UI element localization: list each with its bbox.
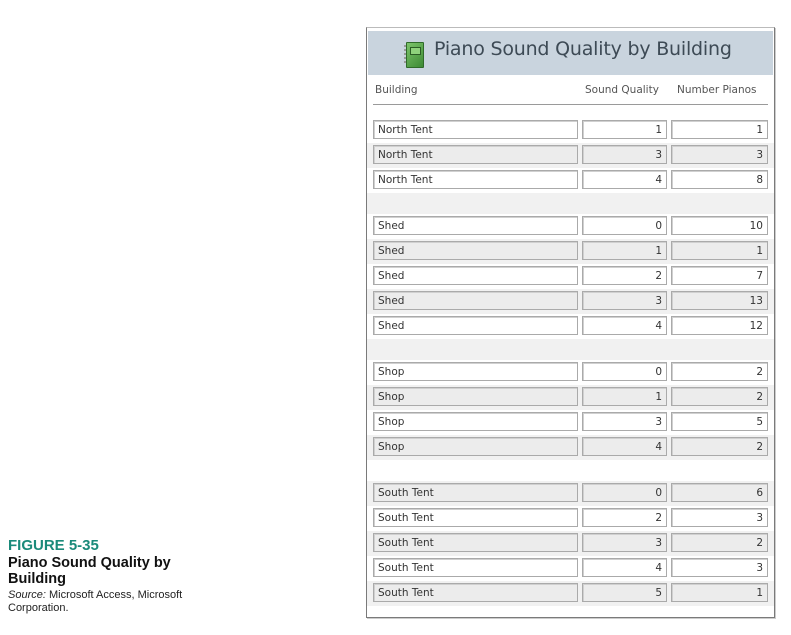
number-pianos-cell[interactable]: 3: [671, 508, 768, 527]
building-cell[interactable]: Shop: [373, 437, 578, 456]
building-cell[interactable]: South Tent: [373, 483, 578, 502]
sound-quality-cell[interactable]: 1: [582, 387, 667, 406]
table-row: Shop 1 2: [367, 385, 774, 410]
sound-quality-cell[interactable]: 2: [582, 266, 667, 285]
sound-quality-cell[interactable]: 1: [582, 241, 667, 260]
group-separator: [367, 339, 774, 360]
building-cell[interactable]: Shop: [373, 387, 578, 406]
number-pianos-cell[interactable]: 3: [671, 145, 768, 164]
number-pianos-cell[interactable]: 5: [671, 412, 768, 431]
table-row: Shed 1 1: [367, 239, 774, 264]
number-pianos-cell[interactable]: 8: [671, 170, 768, 189]
building-cell[interactable]: Shed: [373, 266, 578, 285]
table-row: North Tent 4 8: [367, 168, 774, 193]
sound-quality-cell[interactable]: 1: [582, 120, 667, 139]
group-separator: [367, 460, 774, 481]
report-title: Piano Sound Quality by Building: [434, 38, 732, 60]
building-cell[interactable]: Shed: [373, 316, 578, 335]
number-pianos-cell[interactable]: 13: [671, 291, 768, 310]
table-row: South Tent 5 1: [367, 581, 774, 606]
sound-quality-cell[interactable]: 0: [582, 362, 667, 381]
table-row: Shed 4 12: [367, 314, 774, 339]
report-body: North Tent 1 1 North Tent 3 3 North Tent 4 8 Shed…: [367, 118, 774, 606]
building-cell[interactable]: South Tent: [373, 508, 578, 527]
building-cell[interactable]: North Tent: [373, 120, 578, 139]
building-cell[interactable]: Shed: [373, 216, 578, 235]
figure-caption: FIGURE 5-35 Piano Sound Quality by Build…: [8, 537, 223, 615]
number-pianos-cell[interactable]: 2: [671, 533, 768, 552]
table-row: South Tent 4 3: [367, 556, 774, 581]
source-label: Source:: [8, 589, 46, 601]
table-row: Shed 3 13: [367, 289, 774, 314]
sound-quality-cell[interactable]: 3: [582, 533, 667, 552]
column-header-sound-quality: Sound Quality: [585, 84, 659, 96]
figure-source: Source: Microsoft Access, Microsoft Corp…: [8, 589, 223, 615]
sound-quality-cell[interactable]: 0: [582, 483, 667, 502]
header-divider: [373, 104, 768, 105]
sound-quality-cell[interactable]: 3: [582, 291, 667, 310]
table-row: Shed 0 10: [367, 214, 774, 239]
number-pianos-cell[interactable]: 3: [671, 558, 768, 577]
table-row: Shop 4 2: [367, 435, 774, 460]
column-header-building: Building: [375, 84, 418, 96]
number-pianos-cell[interactable]: 6: [671, 483, 768, 502]
sound-quality-cell[interactable]: 4: [582, 170, 667, 189]
table-row: North Tent 3 3: [367, 143, 774, 168]
sound-quality-cell[interactable]: 4: [582, 558, 667, 577]
table-row: Shop 0 2: [367, 360, 774, 385]
group-separator: [367, 193, 774, 214]
sound-quality-cell[interactable]: 4: [582, 437, 667, 456]
sound-quality-cell[interactable]: 0: [582, 216, 667, 235]
table-row: South Tent 0 6: [367, 481, 774, 506]
number-pianos-cell[interactable]: 2: [671, 362, 768, 381]
number-pianos-cell[interactable]: 1: [671, 120, 768, 139]
number-pianos-cell[interactable]: 7: [671, 266, 768, 285]
building-cell[interactable]: Shed: [373, 241, 578, 260]
number-pianos-cell[interactable]: 2: [671, 437, 768, 456]
building-cell[interactable]: South Tent: [373, 533, 578, 552]
table-row: South Tent 3 2: [367, 531, 774, 556]
sound-quality-cell[interactable]: 3: [582, 145, 667, 164]
figure-number: FIGURE 5-35: [8, 537, 99, 554]
building-cell[interactable]: South Tent: [373, 558, 578, 577]
number-pianos-cell[interactable]: 2: [671, 387, 768, 406]
report-header: Piano Sound Quality by Building: [368, 31, 773, 75]
number-pianos-cell[interactable]: 12: [671, 316, 768, 335]
sound-quality-cell[interactable]: 2: [582, 508, 667, 527]
figure-title: Piano Sound Quality by Building: [8, 555, 171, 587]
number-pianos-cell[interactable]: 10: [671, 216, 768, 235]
sound-quality-cell[interactable]: 4: [582, 316, 667, 335]
report-notebook-icon: [404, 42, 424, 68]
table-row: Shed 2 7: [367, 264, 774, 289]
building-cell[interactable]: Shop: [373, 362, 578, 381]
building-cell[interactable]: South Tent: [373, 583, 578, 602]
sound-quality-cell[interactable]: 3: [582, 412, 667, 431]
number-pianos-cell[interactable]: 1: [671, 241, 768, 260]
sound-quality-cell[interactable]: 5: [582, 583, 667, 602]
number-pianos-cell[interactable]: 1: [671, 583, 768, 602]
building-cell[interactable]: Shop: [373, 412, 578, 431]
table-row: Shop 3 5: [367, 410, 774, 435]
building-cell[interactable]: North Tent: [373, 145, 578, 164]
building-cell[interactable]: Shed: [373, 291, 578, 310]
column-header-number-pianos: Number Pianos: [677, 84, 757, 96]
building-cell[interactable]: North Tent: [373, 170, 578, 189]
column-headers: Building Sound Quality Number Pianos: [367, 78, 774, 102]
report-view: Piano Sound Quality by Building Building…: [366, 27, 775, 618]
table-row: North Tent 1 1: [367, 118, 774, 143]
table-row: South Tent 2 3: [367, 506, 774, 531]
